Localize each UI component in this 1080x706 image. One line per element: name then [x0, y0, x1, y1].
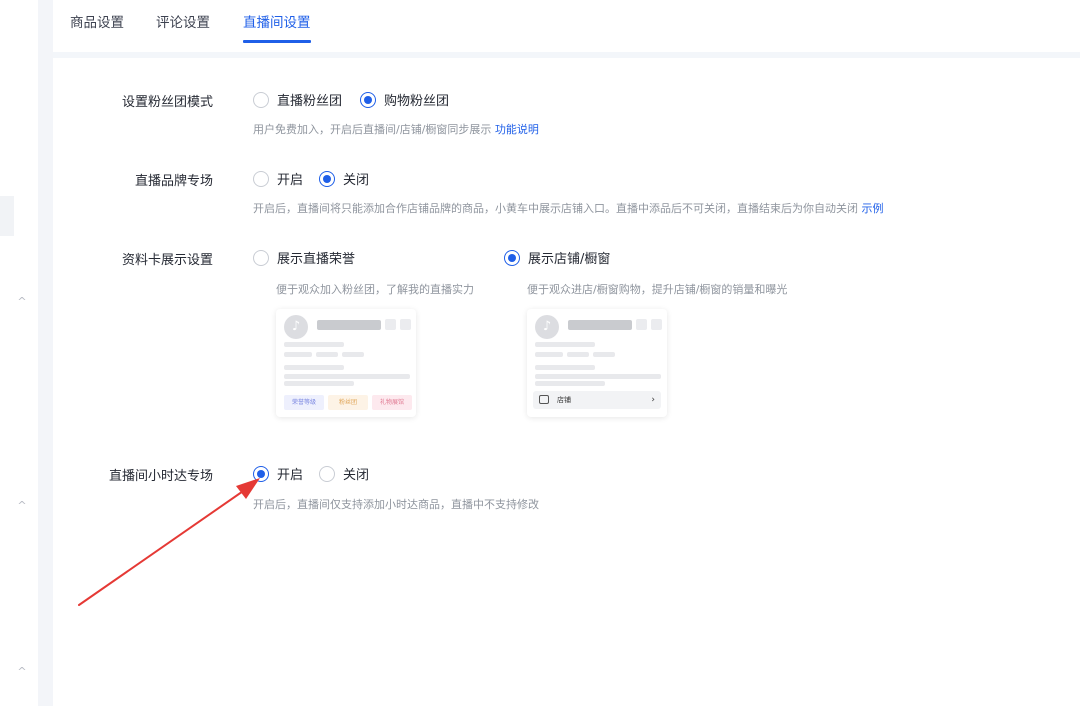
radio-checked-icon	[360, 91, 376, 108]
tab-bar: 商品设置 评论设置 直播间设置	[53, 0, 1080, 58]
hour-delivery-hint: 开启后，直播间仅支持添加小时达商品，直播中不支持修改	[253, 498, 539, 511]
settings-panel: 商品设置 评论设置 直播间设置 设置粉丝团模式 直播粉丝团 购物粉丝团 用户免费…	[53, 0, 1080, 706]
radio-hour-delivery-off[interactable]: 关闭	[319, 464, 369, 483]
chevron-up-icon[interactable]: ^	[16, 500, 28, 512]
profile-card-label: 资料卡展示设置	[121, 253, 213, 268]
placeholder-square	[400, 319, 411, 330]
placeholder-square	[636, 319, 647, 330]
honor-level-chip: 荣誉等级	[284, 395, 324, 410]
radio-label: 开启	[277, 173, 304, 188]
radio-label: 直播粉丝团	[277, 94, 343, 109]
example-link[interactable]: 示例	[862, 202, 884, 215]
tiktok-logo-icon: ♪	[284, 315, 308, 339]
placeholder-bar	[567, 352, 589, 357]
radio-live-fan-group[interactable]: 直播粉丝团	[253, 90, 342, 109]
hint-text: 用户免费加入，开启后直播间/店铺/橱窗同步展示	[253, 123, 492, 136]
tab-label: 直播间设置	[243, 15, 311, 31]
placeholder-bar	[568, 320, 632, 330]
radio-circle-icon	[253, 170, 269, 187]
tab-label: 商品设置	[70, 15, 124, 31]
placeholder-bar	[593, 352, 615, 357]
fan-group-hint: 用户免费加入，开启后直播间/店铺/橱窗同步展示 功能说明	[253, 121, 539, 137]
placeholder-bar	[317, 320, 381, 330]
rail-scroll-marker	[0, 196, 14, 236]
radio-label: 开启	[277, 468, 304, 483]
radio-label: 关闭	[343, 173, 370, 188]
radio-circle-icon	[253, 249, 269, 266]
tab-product-settings[interactable]: 商品设置	[70, 14, 124, 44]
fan-group-mode-label: 设置粉丝团模式	[121, 95, 213, 110]
radio-hour-delivery-on[interactable]: 开启	[253, 464, 303, 483]
placeholder-bar	[284, 381, 354, 386]
chevron-up-icon[interactable]: ^	[16, 296, 28, 308]
placeholder-bar	[535, 374, 661, 379]
radio-brand-zone-on[interactable]: 开启	[253, 169, 303, 188]
tiktok-logo-icon: ♪	[535, 315, 559, 339]
active-tab-indicator	[243, 40, 311, 43]
radio-label: 关闭	[343, 468, 370, 483]
radio-checked-icon	[253, 465, 269, 482]
placeholder-square	[651, 319, 662, 330]
radio-show-live-honors[interactable]: 展示直播荣誉	[253, 248, 355, 267]
live-honors-preview-card: ♪ 荣誉等级 粉丝团 礼物展馆	[276, 309, 416, 417]
shop-entry-bar: 店铺 ›	[533, 391, 661, 409]
fan-group-chip: 粉丝团	[328, 395, 368, 410]
live-honors-hint: 便于观众加入粉丝团，了解我的直播实力	[276, 283, 474, 296]
gift-hall-chip: 礼物展馆	[372, 395, 412, 410]
tab-label: 评论设置	[156, 15, 210, 31]
chevron-up-icon[interactable]: ^	[16, 666, 28, 678]
shop-icon	[539, 395, 549, 404]
radio-checked-icon	[504, 249, 520, 266]
placeholder-bar	[342, 352, 364, 357]
placeholder-bar	[535, 352, 563, 357]
placeholder-bar	[284, 374, 410, 379]
radio-label: 展示店铺/橱窗	[528, 252, 611, 267]
placeholder-bar	[316, 352, 338, 357]
brand-zone-label: 直播品牌专场	[134, 174, 213, 189]
tab-review-settings[interactable]: 评论设置	[156, 14, 210, 44]
tab-live-room-settings[interactable]: 直播间设置	[243, 14, 311, 44]
rail-divider	[38, 0, 53, 706]
radio-label: 展示直播荣誉	[277, 252, 356, 267]
radio-shopping-fan-group[interactable]: 购物粉丝团	[360, 90, 449, 109]
radio-circle-icon	[319, 465, 335, 482]
radio-brand-zone-off[interactable]: 关闭	[319, 169, 369, 188]
shop-window-hint: 便于观众进店/橱窗购物，提升店铺/橱窗的销量和曝光	[527, 283, 788, 296]
placeholder-bar	[535, 342, 595, 347]
left-rail: ^ ^ ^	[0, 0, 38, 706]
hint-text: 开启后，直播间将只能添加合作店铺品牌的商品，小黄车中展示店铺入口。直播中添品后不…	[253, 202, 858, 215]
placeholder-bar	[535, 365, 595, 370]
placeholder-bar	[284, 352, 312, 357]
radio-checked-icon	[319, 170, 335, 187]
radio-show-shop-window[interactable]: 展示店铺/橱窗	[504, 248, 610, 267]
brand-zone-hint: 开启后，直播间将只能添加合作店铺品牌的商品，小黄车中展示店铺入口。直播中添品后不…	[253, 200, 884, 216]
radio-label: 购物粉丝团	[384, 94, 450, 109]
radio-circle-icon	[253, 91, 269, 108]
chevron-right-icon: ›	[651, 395, 655, 405]
page-root: ^ ^ ^ 商品设置 评论设置 直播间设置 设置粉丝团模式 直播粉丝团 购物粉丝	[0, 0, 1080, 706]
hour-delivery-label: 直播间小时达专场	[108, 469, 213, 484]
placeholder-square	[385, 319, 396, 330]
shop-window-preview-card: ♪ 店铺 ›	[527, 309, 667, 417]
placeholder-bar	[284, 365, 344, 370]
shop-label: 店铺	[557, 396, 571, 404]
placeholder-bar	[284, 342, 344, 347]
placeholder-bar	[535, 381, 605, 386]
feature-description-link[interactable]: 功能说明	[495, 123, 539, 136]
